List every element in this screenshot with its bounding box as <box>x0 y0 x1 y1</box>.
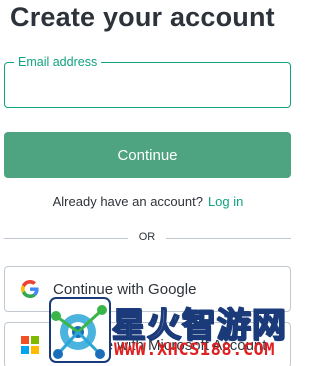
continue-with-google-button[interactable]: Continue with Google <box>4 266 291 312</box>
signup-page: Create your account Email address Contin… <box>0 0 296 366</box>
divider-or-text: OR <box>138 231 156 243</box>
email-field[interactable]: Email address <box>4 54 291 108</box>
divider-line-left <box>4 238 128 239</box>
login-prompt-text: Already have an account? <box>52 194 203 209</box>
microsoft-button-label: Continue with Microsoft Account <box>53 336 267 354</box>
page-title: Create your account <box>10 2 275 32</box>
login-link[interactable]: Log in <box>208 194 243 209</box>
email-input[interactable] <box>5 63 290 107</box>
login-prompt: Already have an account? Log in <box>0 194 296 209</box>
google-icon <box>21 280 39 298</box>
continue-with-microsoft-button[interactable]: Continue with Microsoft Account <box>4 322 291 366</box>
microsoft-icon <box>21 336 39 354</box>
continue-button[interactable]: Continue <box>4 132 291 178</box>
divider-line-right <box>166 238 291 239</box>
google-button-label: Continue with Google <box>53 280 197 298</box>
